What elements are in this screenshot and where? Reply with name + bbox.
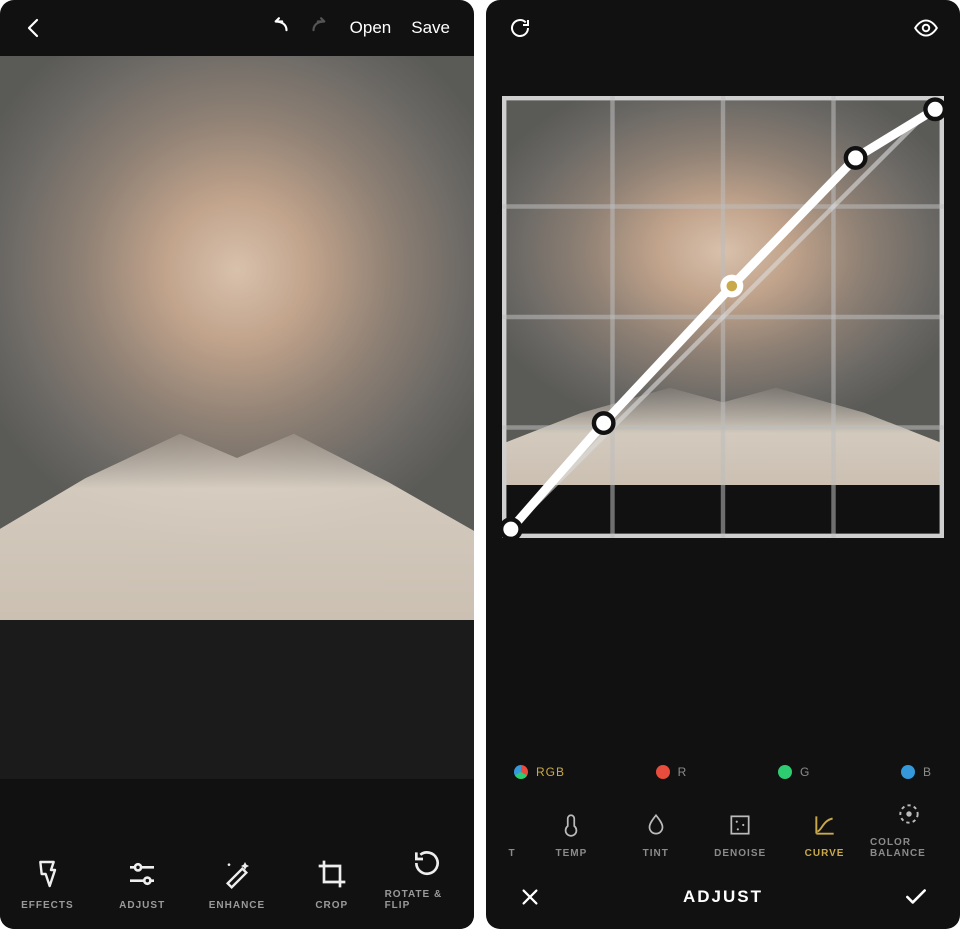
channel-selector: RGB R G B xyxy=(486,757,960,783)
channel-b[interactable]: B xyxy=(901,765,932,779)
tool-label: ROTATE & FLIP xyxy=(385,889,469,911)
curve-grid[interactable] xyxy=(502,96,944,538)
rgb-dot-icon xyxy=(514,765,528,779)
green-dot-icon xyxy=(778,765,792,779)
adjust-tool-edge-left[interactable]: T xyxy=(498,848,526,859)
curves-pane: RGB R G B T xyxy=(486,0,960,929)
confirm-button[interactable] xyxy=(896,877,936,917)
tool-enhance[interactable]: ENHANCE xyxy=(195,858,279,911)
adjust-title: ADJUST xyxy=(683,887,763,907)
cancel-button[interactable] xyxy=(510,877,550,917)
tool-label: CROP xyxy=(315,900,348,911)
right-topbar xyxy=(486,0,960,56)
red-dot-icon xyxy=(656,765,670,779)
blue-dot-icon xyxy=(901,765,915,779)
channel-rgb[interactable]: RGB xyxy=(514,765,565,779)
tool-label: ENHANCE xyxy=(209,900,265,911)
adjust-tool-row: T TEMP TINT DENOISE CURVE xyxy=(486,783,960,865)
photo-preview[interactable] xyxy=(0,56,474,779)
preview-eye-icon[interactable] xyxy=(906,8,946,48)
left-topbar: Open Save xyxy=(0,0,474,56)
adjust-tool-color-balance[interactable]: COLOR BALANCE xyxy=(870,801,948,859)
reset-icon[interactable] xyxy=(500,8,540,48)
main-toolbar: EFFECTS ADJUST xyxy=(0,779,474,929)
curve-editor[interactable] xyxy=(502,96,944,745)
tool-rotate-flip[interactable]: ROTATE & FLIP xyxy=(385,847,469,911)
back-icon[interactable] xyxy=(14,8,54,48)
adjust-tool-temp[interactable]: TEMP xyxy=(532,812,610,859)
channel-r[interactable]: R xyxy=(656,765,688,779)
editor-main-pane: Open Save EFFECTS A xyxy=(0,0,474,929)
undo-icon[interactable] xyxy=(260,8,300,48)
channel-g[interactable]: G xyxy=(778,765,810,779)
tool-label: ADJUST xyxy=(119,900,165,911)
adjust-tool-curve[interactable]: CURVE xyxy=(786,812,864,859)
tool-adjust[interactable]: ADJUST xyxy=(100,858,184,911)
tool-label: EFFECTS xyxy=(21,900,74,911)
tool-effects[interactable]: EFFECTS xyxy=(5,858,89,911)
redo-icon[interactable] xyxy=(300,8,340,48)
open-button[interactable]: Open xyxy=(340,18,402,38)
confirm-bar: ADJUST xyxy=(486,865,960,929)
adjust-tool-denoise[interactable]: DENOISE xyxy=(701,812,779,859)
tool-crop[interactable]: CROP xyxy=(290,858,374,911)
save-button[interactable]: Save xyxy=(401,18,460,38)
adjust-tool-tint[interactable]: TINT xyxy=(617,812,695,859)
